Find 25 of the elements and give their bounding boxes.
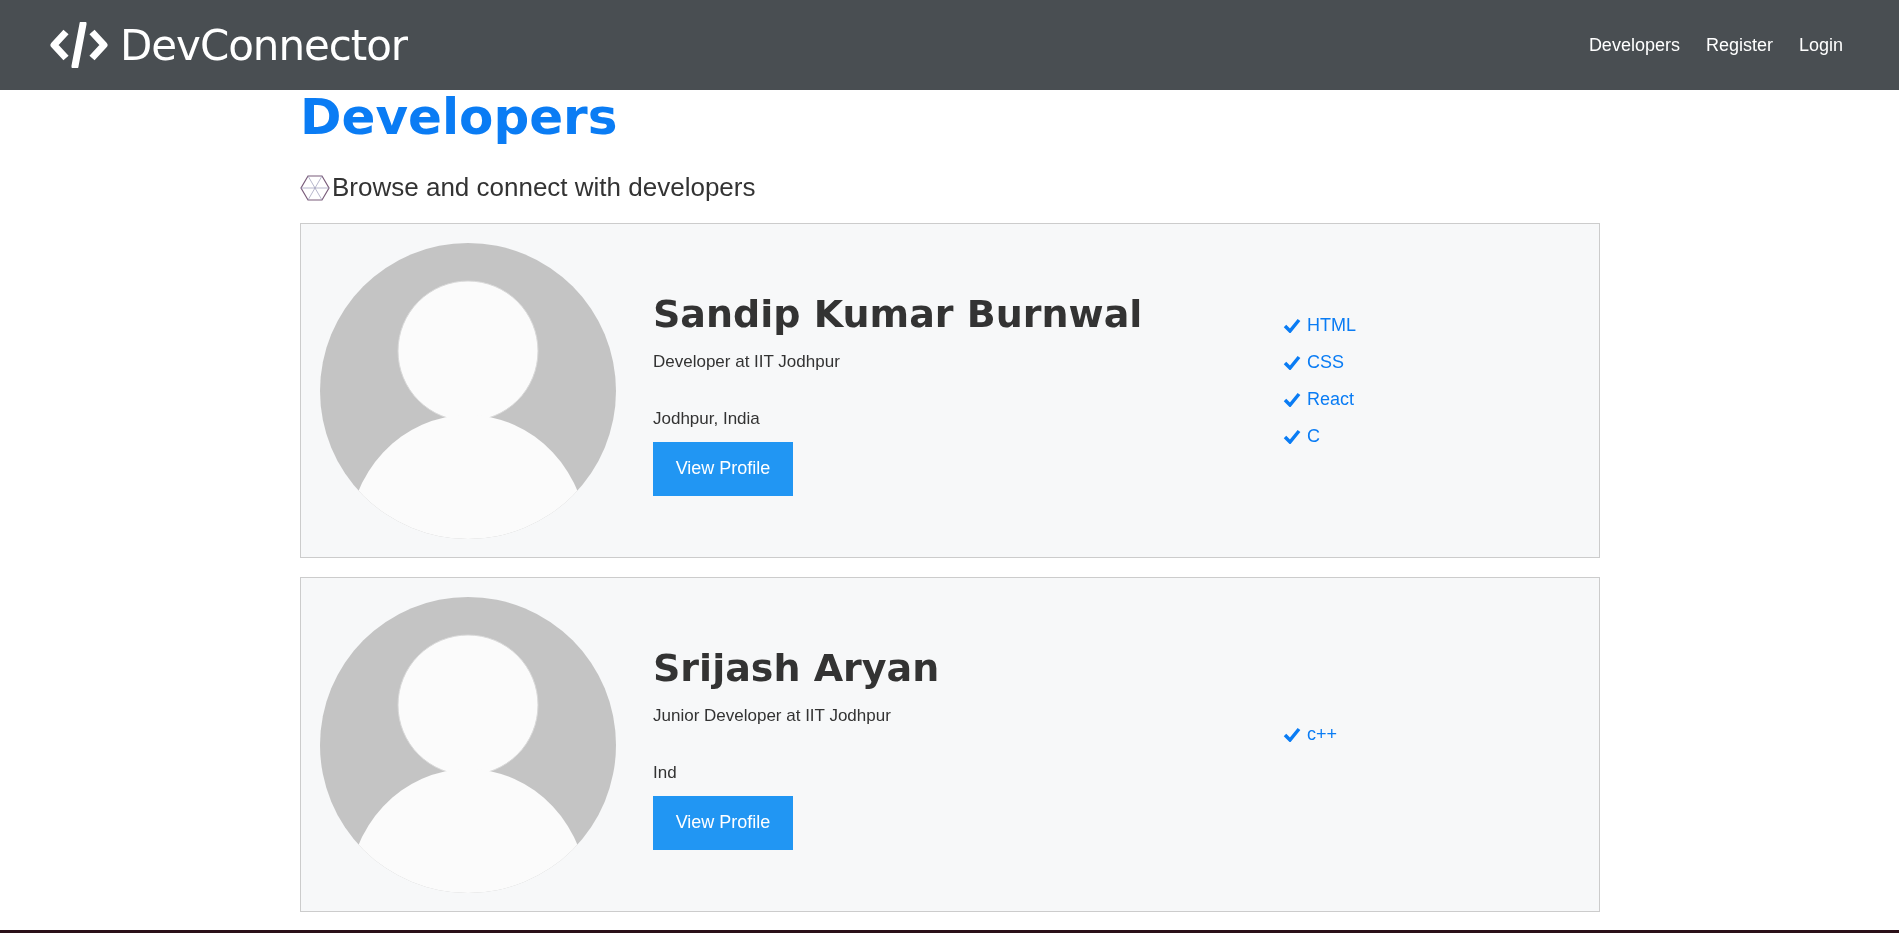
skill-text: HTML	[1307, 313, 1356, 337]
check-icon	[1283, 727, 1301, 742]
check-icon	[1283, 391, 1301, 407]
skill-text: React	[1307, 387, 1355, 411]
nav-link[interactable]: Developers	[1588, 31, 1680, 59]
check-icon	[1283, 354, 1301, 370]
developer-name: Sandip Kumar Burnwal	[653, 291, 1143, 339]
skill-text: CSS	[1307, 350, 1344, 374]
nav-link[interactable]: Register	[1705, 31, 1773, 59]
hexagon-icon	[300, 172, 330, 203]
nav-link[interactable]: Login	[1798, 31, 1843, 59]
location-text: Jodhpur, India	[653, 408, 760, 431]
page-title: Developers	[300, 92, 619, 148]
location-text: Ind	[653, 762, 677, 785]
job-status: Junior Developer at IIT Jodhpur	[653, 704, 891, 727]
skill-text: c++	[1307, 723, 1338, 746]
brand-link[interactable]: DevConnector	[120, 13, 408, 77]
check-icon	[1283, 428, 1301, 444]
avatar-icon	[320, 596, 616, 893]
lead-text: Browse and connect with developers	[332, 171, 756, 204]
check-icon	[1283, 317, 1301, 333]
job-status: Developer at IIT Jodhpur	[653, 350, 840, 373]
skill-text: C	[1307, 424, 1320, 448]
developer-name: Srijash Aryan	[653, 645, 940, 693]
code-icon	[50, 22, 108, 68]
